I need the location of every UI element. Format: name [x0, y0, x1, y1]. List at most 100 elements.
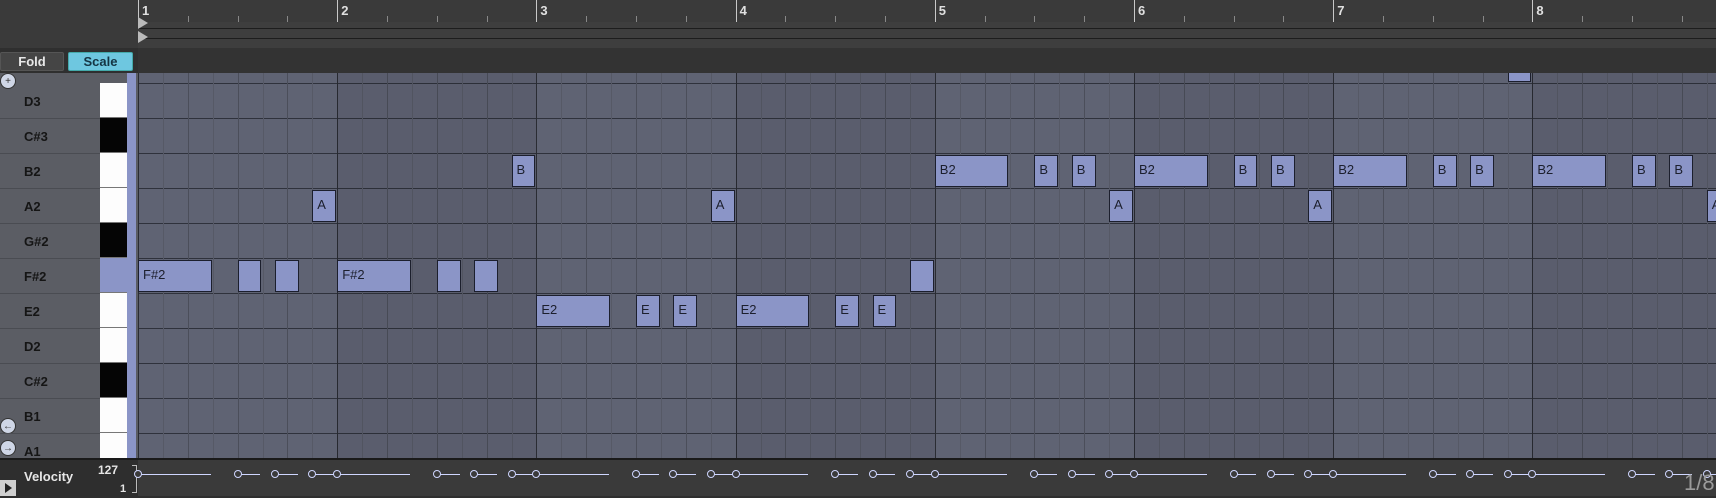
velocity-handle[interactable] — [1130, 470, 1138, 478]
velocity-handle[interactable] — [1067, 470, 1076, 478]
piano-key[interactable] — [100, 258, 127, 293]
velocity-handle[interactable] — [1304, 470, 1313, 478]
velocity-handle[interactable] — [333, 470, 342, 478]
zoom-in-icon[interactable]: + — [0, 73, 16, 89]
midi-note[interactable] — [274, 260, 299, 292]
velocity-handle[interactable] — [868, 470, 877, 478]
velocity-handle[interactable] — [669, 470, 678, 478]
midi-note[interactable]: A — [1109, 190, 1133, 222]
piano-key[interactable] — [100, 83, 127, 118]
piano-key[interactable] — [100, 433, 127, 458]
key-label: A2 — [24, 199, 41, 214]
key-divider — [0, 258, 100, 259]
midi-note[interactable]: B2 — [934, 155, 1009, 187]
piano-key[interactable] — [100, 118, 127, 153]
fold-button[interactable]: Fold — [0, 52, 64, 71]
velocity-handle[interactable] — [1030, 470, 1039, 478]
piano-key[interactable] — [100, 363, 127, 398]
velocity-handle[interactable] — [1428, 470, 1437, 478]
midi-note[interactable]: A — [312, 190, 337, 222]
velocity-handle[interactable] — [1229, 470, 1238, 478]
midi-note[interactable] — [1507, 73, 1532, 82]
piano-key[interactable] — [100, 328, 127, 363]
velocity-handle[interactable] — [706, 470, 715, 478]
velocity-handle[interactable] — [632, 470, 640, 478]
key-label: B1 — [24, 409, 41, 424]
scale-button[interactable]: Scale — [68, 52, 133, 71]
velocity-handle[interactable] — [1105, 470, 1114, 478]
velocity-handle[interactable] — [233, 470, 242, 478]
bar-number: 1 — [142, 3, 150, 18]
midi-note[interactable]: B — [511, 155, 536, 187]
bar-shade — [1134, 73, 1334, 458]
selection-strip — [127, 73, 136, 458]
fold-scale-row: Fold Scale — [0, 48, 138, 73]
velocity-handle[interactable] — [731, 470, 740, 478]
loop-start-marker[interactable] — [138, 17, 148, 29]
velocity-handle[interactable] — [270, 470, 279, 478]
velocity-handle[interactable] — [1528, 470, 1537, 478]
midi-note[interactable]: B2 — [1532, 155, 1607, 187]
beat-line — [959, 73, 961, 458]
scroll-left-icon[interactable]: ← — [0, 418, 16, 434]
midi-note[interactable]: E2 — [536, 295, 611, 327]
midi-note[interactable]: B — [1669, 155, 1694, 187]
midi-note[interactable]: F#2 — [337, 260, 411, 292]
midi-note[interactable]: F#2 — [138, 260, 212, 292]
velocity-handle[interactable] — [308, 470, 317, 478]
velocity-handle[interactable] — [432, 470, 441, 478]
piano-key[interactable] — [100, 293, 127, 328]
midi-note[interactable] — [237, 260, 262, 292]
play-icon[interactable] — [0, 480, 16, 496]
midi-note[interactable]: B — [1071, 155, 1096, 187]
velocity-editor[interactable] — [134, 460, 1716, 496]
piano-key[interactable] — [100, 398, 127, 433]
midi-note[interactable]: B — [1233, 155, 1258, 187]
midi-note[interactable]: E — [835, 295, 860, 327]
beat-line — [660, 73, 662, 458]
midi-note[interactable]: A — [710, 190, 735, 222]
piano-key[interactable] — [100, 153, 127, 188]
midi-note[interactable]: A — [1706, 190, 1716, 222]
midi-note[interactable]: B — [1632, 155, 1656, 187]
velocity-handle[interactable] — [134, 470, 142, 478]
beat-line — [1109, 73, 1111, 458]
velocity-handle[interactable] — [1503, 470, 1512, 478]
velocity-handle[interactable] — [1266, 470, 1275, 478]
loop-strip[interactable] — [138, 17, 1716, 48]
piano-key[interactable] — [100, 223, 127, 258]
velocity-handle[interactable] — [1665, 470, 1674, 478]
midi-note[interactable]: E — [673, 295, 698, 327]
midi-note[interactable]: E2 — [735, 295, 810, 327]
midi-note[interactable]: E — [872, 295, 897, 327]
midi-note[interactable] — [436, 260, 461, 292]
velocity-handle[interactable] — [1628, 470, 1636, 478]
timeline-ruler[interactable]: 1 2 3 4 5 6 7 8 — [0, 0, 1716, 23]
velocity-handle[interactable] — [905, 470, 914, 478]
beat-line — [262, 73, 264, 458]
midi-note[interactable]: B2 — [1333, 155, 1407, 187]
midi-note[interactable]: B — [1432, 155, 1457, 187]
beat-line — [1507, 73, 1509, 458]
midi-note[interactable]: B — [1034, 155, 1059, 187]
midi-note[interactable]: B — [1470, 155, 1495, 187]
velocity-handle[interactable] — [532, 470, 541, 478]
scroll-right-icon[interactable]: → — [0, 440, 16, 456]
velocity-handle[interactable] — [470, 470, 479, 478]
key-divider — [0, 118, 100, 119]
piano-key[interactable] — [100, 188, 127, 223]
midi-note[interactable]: B — [1270, 155, 1295, 187]
note-grid[interactable]: F#2AF#2BE2EEAE2EEB2BBAB2BBAB2BBB2BBA — [138, 73, 1716, 458]
midi-note[interactable]: B2 — [1134, 155, 1208, 187]
midi-note[interactable] — [909, 260, 934, 292]
velocity-handle[interactable] — [507, 470, 516, 478]
velocity-handle[interactable] — [831, 470, 840, 478]
midi-note[interactable] — [474, 260, 499, 292]
midi-note[interactable]: E — [636, 295, 660, 327]
velocity-handle[interactable] — [1466, 470, 1475, 478]
velocity-handle[interactable] — [1329, 470, 1338, 478]
beat-line — [1383, 73, 1384, 458]
loop-start-marker[interactable] — [138, 31, 148, 43]
midi-note[interactable]: A — [1308, 190, 1333, 222]
velocity-handle[interactable] — [930, 470, 939, 478]
